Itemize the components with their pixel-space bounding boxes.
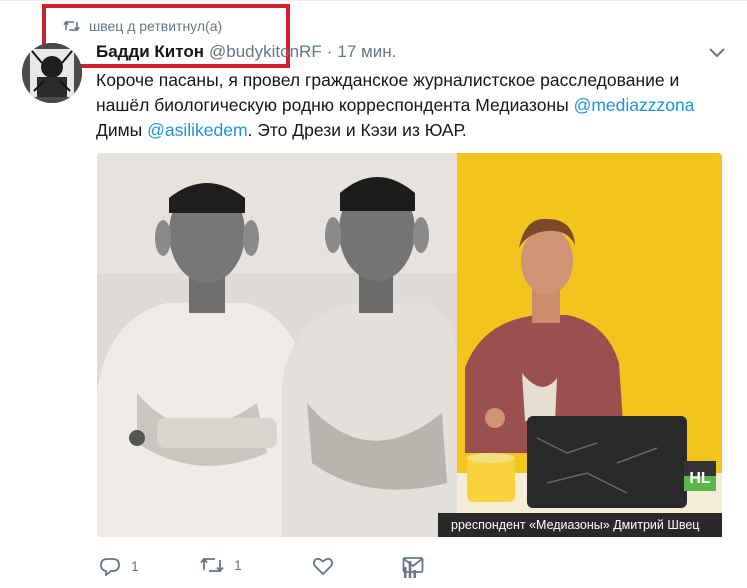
like-button[interactable]: [312, 556, 334, 576]
mention-link[interactable]: @mediazzzona: [574, 95, 695, 115]
chevron-down-icon[interactable]: [707, 46, 727, 60]
tweet-time[interactable]: 17 мин.: [337, 42, 396, 62]
author-handle[interactable]: @budykitonRF: [209, 42, 322, 62]
tweet-text-part: . Это Дрези и Кэзи из ЮАР.: [247, 120, 467, 140]
tweet-header: Бадди Китон @budykitonRF · 17 мин.: [96, 42, 396, 64]
analytics-icon[interactable]: [403, 560, 417, 578]
author-name[interactable]: Бадди Китон: [96, 42, 204, 62]
retweet-count: 1: [234, 557, 242, 573]
media-caption: рреспондент «Медиазоны» Дмитрий Швец: [438, 513, 722, 537]
avatar[interactable]: [22, 43, 82, 103]
retweet-button[interactable]: 1: [200, 556, 242, 574]
tweet-media-image[interactable]: HL: [97, 153, 722, 537]
tweet-text: Короче пасаны, я провел гражданское журн…: [96, 68, 721, 143]
top-divider: [0, 0, 747, 1]
mention-link[interactable]: @asilikedem: [147, 120, 247, 140]
media-logo: HL: [689, 470, 711, 487]
tweet-text-part: Димы: [96, 120, 148, 140]
retweet-icon: [200, 557, 224, 573]
heart-icon: [312, 557, 334, 576]
reply-icon: [100, 558, 120, 576]
reply-button[interactable]: 1: [99, 556, 139, 576]
header-separator: ·: [326, 42, 333, 61]
reply-count: 1: [131, 558, 139, 574]
